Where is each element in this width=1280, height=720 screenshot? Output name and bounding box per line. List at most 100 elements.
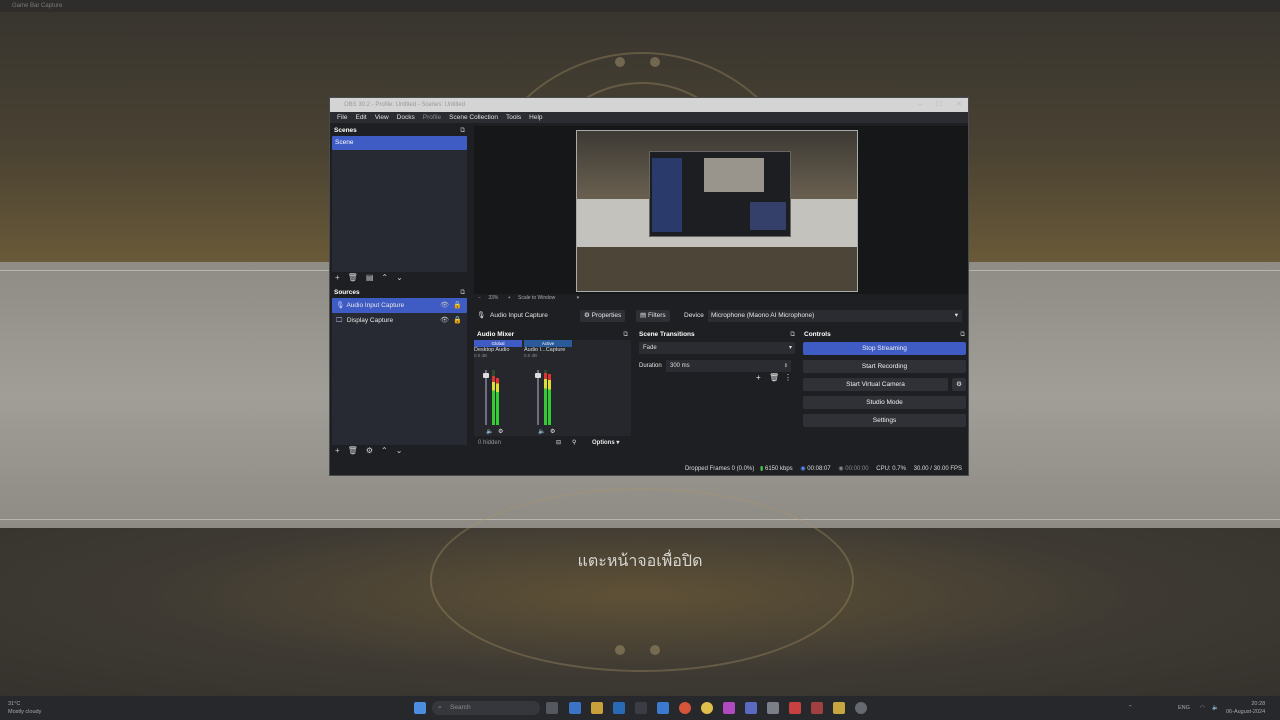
app-icon[interactable] — [701, 702, 713, 714]
menu-view[interactable]: View — [371, 112, 393, 123]
app-icon[interactable] — [767, 702, 779, 714]
lock-icon[interactable]: 🔒 — [453, 298, 462, 313]
add-icon[interactable]: + — [335, 446, 340, 455]
windows-start-icon[interactable] — [414, 702, 426, 714]
stop-streaming-button[interactable]: Stop Streaming — [803, 342, 966, 355]
menu-profile[interactable]: Profile — [419, 112, 445, 123]
language-indicator[interactable]: ENG — [1178, 704, 1190, 712]
app-icon[interactable] — [833, 702, 845, 714]
eye-icon[interactable]: 👁 — [440, 313, 449, 328]
clock[interactable]: 20:28 06-August-2024 — [1226, 700, 1265, 716]
chrome-icon[interactable] — [679, 702, 691, 714]
taskbar-search[interactable]: ⌕ Search — [432, 701, 540, 715]
volume-fader[interactable] — [537, 370, 539, 425]
trash-icon[interactable]: 🗑 — [348, 273, 358, 282]
filter-icon[interactable]: ▤ — [366, 273, 374, 282]
audio-mixer-title: Audio Mixer — [477, 331, 515, 338]
volume-icon[interactable]: 🔈 — [1212, 704, 1219, 712]
virtual-camera-settings[interactable]: ⚙ — [952, 378, 966, 391]
obs-taskbar-icon[interactable] — [855, 702, 867, 714]
wifi-icon[interactable]: ◠ — [1200, 704, 1205, 712]
popout-icon[interactable]: ⧉ — [623, 330, 628, 340]
preview-area[interactable] — [474, 126, 968, 294]
lock-icon[interactable]: 🔒 — [453, 313, 462, 328]
chevron-down-icon[interactable]: ▾ — [577, 295, 580, 301]
move-up-icon[interactable]: ⌃ — [381, 273, 388, 282]
move-down-icon[interactable]: ⌄ — [396, 446, 403, 455]
edge-icon[interactable] — [613, 702, 625, 714]
move-down-icon[interactable]: ⌄ — [396, 273, 403, 282]
menu-scene-collection[interactable]: Scene Collection — [445, 112, 502, 123]
options-button[interactable]: Options ▾ — [592, 436, 619, 450]
gear-icon[interactable]: ⚙ — [550, 428, 555, 435]
fader-knob[interactable] — [535, 373, 541, 378]
app-icon[interactable] — [657, 702, 669, 714]
minimize-icon[interactable]: – — [918, 98, 922, 112]
decorative-ring — [430, 488, 854, 672]
link-icon[interactable]: ⚲ — [572, 436, 576, 450]
store-icon[interactable] — [635, 702, 647, 714]
app-icon[interactable] — [723, 702, 735, 714]
scale-mode[interactable]: Scale to Window — [518, 295, 555, 301]
gear-icon[interactable]: ⚙ — [498, 428, 503, 435]
transition-select[interactable]: Fade ▾ — [639, 342, 795, 354]
weather-widget[interactable]: 31°C Mostly cloudy — [8, 700, 41, 716]
gear-icon: ⚙ — [956, 381, 962, 388]
add-icon[interactable]: + — [335, 273, 340, 282]
chevron-up-icon[interactable]: ⌃ — [1128, 704, 1133, 712]
menu-help[interactable]: Help — [525, 112, 546, 123]
volume-meter — [492, 376, 495, 425]
close-icon[interactable]: ✕ — [956, 98, 962, 112]
device-select[interactable]: Microphone (Maono AI Microphone) ▾ — [708, 310, 962, 322]
fps: 30.00 / 30.00 FPS — [913, 466, 962, 472]
settings-button[interactable]: Settings — [803, 414, 966, 427]
search-icon: ⌕ — [438, 704, 442, 711]
menu-docks[interactable]: Docks — [393, 112, 419, 123]
scene-item[interactable]: Scene — [332, 136, 467, 150]
signal-icon: ▮ — [760, 466, 764, 472]
properties-button[interactable]: ⚙ Properties — [580, 310, 626, 322]
zoom-in-icon[interactable]: + — [508, 295, 511, 301]
trash-icon[interactable]: 🗑 — [769, 373, 779, 382]
studio-mode-button[interactable]: Studio Mode — [803, 396, 966, 409]
fader-knob[interactable] — [483, 373, 489, 378]
speaker-icon[interactable]: 🔈 — [538, 428, 545, 435]
app-icon[interactable] — [745, 702, 757, 714]
options-label: Options — [592, 440, 615, 446]
more-options-icon[interactable]: ⋮ — [784, 373, 792, 382]
move-up-icon[interactable]: ⌃ — [381, 446, 388, 455]
popout-icon[interactable]: ⧉ — [460, 288, 465, 298]
duration-input[interactable]: 300 ms ⇕ — [666, 360, 791, 372]
copilot-icon[interactable] — [569, 702, 581, 714]
add-icon[interactable]: + — [756, 373, 761, 382]
search-placeholder: Search — [450, 704, 471, 711]
popout-icon[interactable]: ⧉ — [460, 126, 465, 136]
task-view-icon[interactable] — [546, 702, 558, 714]
menu-file[interactable]: File — [333, 112, 351, 123]
menu-tools[interactable]: Tools — [502, 112, 525, 123]
popout-icon[interactable]: ⧉ — [960, 330, 965, 340]
source-item-audio-input[interactable]: 🎙 Audio Input Capture 👁 🔒 — [332, 298, 467, 313]
menu-edit[interactable]: Edit — [351, 112, 370, 123]
app-icon[interactable] — [789, 702, 801, 714]
speaker-icon[interactable]: 🔈 — [486, 428, 493, 435]
sources-panel: Sources ⧉ 🎙 Audio Input Capture 👁 🔒 🖵 Di… — [331, 288, 468, 460]
layout-icon[interactable]: ⊟ — [556, 436, 561, 450]
file-explorer-icon[interactable] — [591, 702, 603, 714]
tap-to-close-text[interactable]: แตะหน้าจอเพื่อปิด — [0, 549, 1280, 574]
gear-icon[interactable]: ⚙ — [366, 446, 373, 455]
stepper-icon[interactable]: ⇕ — [784, 360, 788, 372]
audio-mixer-panel: Audio Mixer ⧉ Global Desktop Audio 0.0 d… — [474, 330, 631, 460]
source-item-display-capture[interactable]: 🖵 Display Capture 👁 🔒 — [332, 313, 467, 328]
volume-fader[interactable] — [485, 370, 487, 425]
filters-button[interactable]: ▤ Filters — [636, 310, 670, 322]
zoom-out-icon[interactable]: − — [478, 295, 481, 301]
app-icon[interactable] — [811, 702, 823, 714]
eye-icon[interactable]: 👁 — [440, 298, 449, 313]
trash-icon[interactable]: 🗑 — [348, 446, 358, 455]
monitor-icon: 🖵 — [336, 317, 343, 324]
start-virtual-camera-button[interactable]: Start Virtual Camera — [803, 378, 948, 391]
popout-icon[interactable]: ⧉ — [790, 330, 795, 340]
start-recording-button[interactable]: Start Recording — [803, 360, 966, 373]
maximize-icon[interactable]: ☐ — [936, 98, 942, 112]
